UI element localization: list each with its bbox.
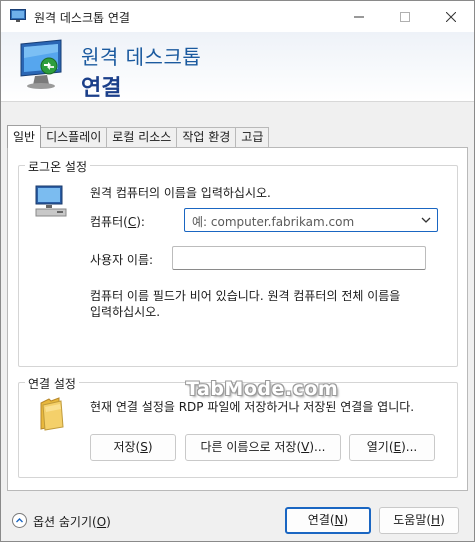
- save-as-button[interactable]: 다른 이름으로 저장(V)...: [185, 434, 341, 461]
- watermark-text: TabMode.com: [186, 378, 339, 400]
- connect-button[interactable]: 연결(N): [285, 507, 371, 534]
- chevron-up-icon: [16, 518, 23, 523]
- minimize-icon: [354, 16, 364, 17]
- minimize-button[interactable]: [336, 1, 382, 32]
- logon-prompt: 원격 컴퓨터의 이름을 입력하십시오.: [90, 186, 271, 200]
- window-title: 원격 데스크톱 연결: [34, 11, 130, 25]
- rdp-window: 원격 데스크톱 연결 원격 데스크톱 연결 일반 디스플레이 로컬 리소스 작업…: [0, 0, 475, 542]
- save-button[interactable]: 저장(S): [90, 434, 176, 461]
- username-field[interactable]: [172, 246, 426, 270]
- options-toggle-button[interactable]: [12, 513, 27, 528]
- tab-local-resources[interactable]: 로컬 리소스: [106, 127, 178, 148]
- banner-title-line2: 연결: [81, 76, 122, 101]
- tab-general[interactable]: 일반: [7, 125, 42, 148]
- connection-description: 현재 연결 설정을 RDP 파일에 저장하거나 저장된 연결을 엽니다.: [90, 400, 415, 414]
- maximize-icon: [400, 11, 410, 22]
- remote-desktop-monitor-icon: [20, 39, 62, 89]
- tab-experience[interactable]: 작업 환경: [176, 127, 237, 148]
- close-icon: [446, 11, 456, 22]
- computer-icon: [35, 185, 67, 217]
- open-button[interactable]: 열기(E)...: [349, 434, 435, 461]
- connection-settings-legend: 연결 설정: [25, 375, 79, 392]
- hint-line2: 입력하십시오.: [90, 305, 161, 319]
- logon-settings-legend: 로그온 설정: [25, 158, 91, 175]
- remote-desktop-app-icon: [10, 9, 26, 22]
- chevron-down-icon[interactable]: [420, 214, 432, 226]
- logon-settings-group: 로그온 설정 원격 컴퓨터의 이름을 입력하십시오. 컴퓨터(C): 예: co…: [18, 158, 458, 367]
- options-toggle-label[interactable]: 옵션 숨기기(O): [33, 513, 111, 530]
- folder-icon: [40, 397, 64, 431]
- computer-combo[interactable]: 예: computer.fabrikam.com: [184, 208, 438, 232]
- username-label: 사용자 이름:: [90, 253, 154, 267]
- banner-title-line1: 원격 데스크톱: [81, 45, 202, 69]
- tab-advanced[interactable]: 고급: [235, 127, 270, 148]
- close-button[interactable]: [428, 1, 474, 32]
- general-tab-panel: 로그온 설정 원격 컴퓨터의 이름을 입력하십시오. 컴퓨터(C): 예: co…: [7, 147, 468, 491]
- hint-line1: 컴퓨터 이름 필드가 비어 있습니다. 원격 컴퓨터의 전체 이름을: [90, 289, 401, 303]
- title-bar[interactable]: 원격 데스크톱 연결: [1, 1, 474, 32]
- help-button[interactable]: 도움말(H): [379, 507, 459, 534]
- computer-combo-placeholder: 예: computer.fabrikam.com: [192, 215, 355, 229]
- maximize-button[interactable]: [382, 1, 428, 32]
- header-banner: 원격 데스크톱 연결: [1, 32, 474, 102]
- tab-display[interactable]: 디스플레이: [40, 127, 108, 148]
- tab-strip: 일반 디스플레이 로컬 리소스 작업 환경 고급: [7, 125, 270, 148]
- computer-label: 컴퓨터(C):: [90, 215, 145, 229]
